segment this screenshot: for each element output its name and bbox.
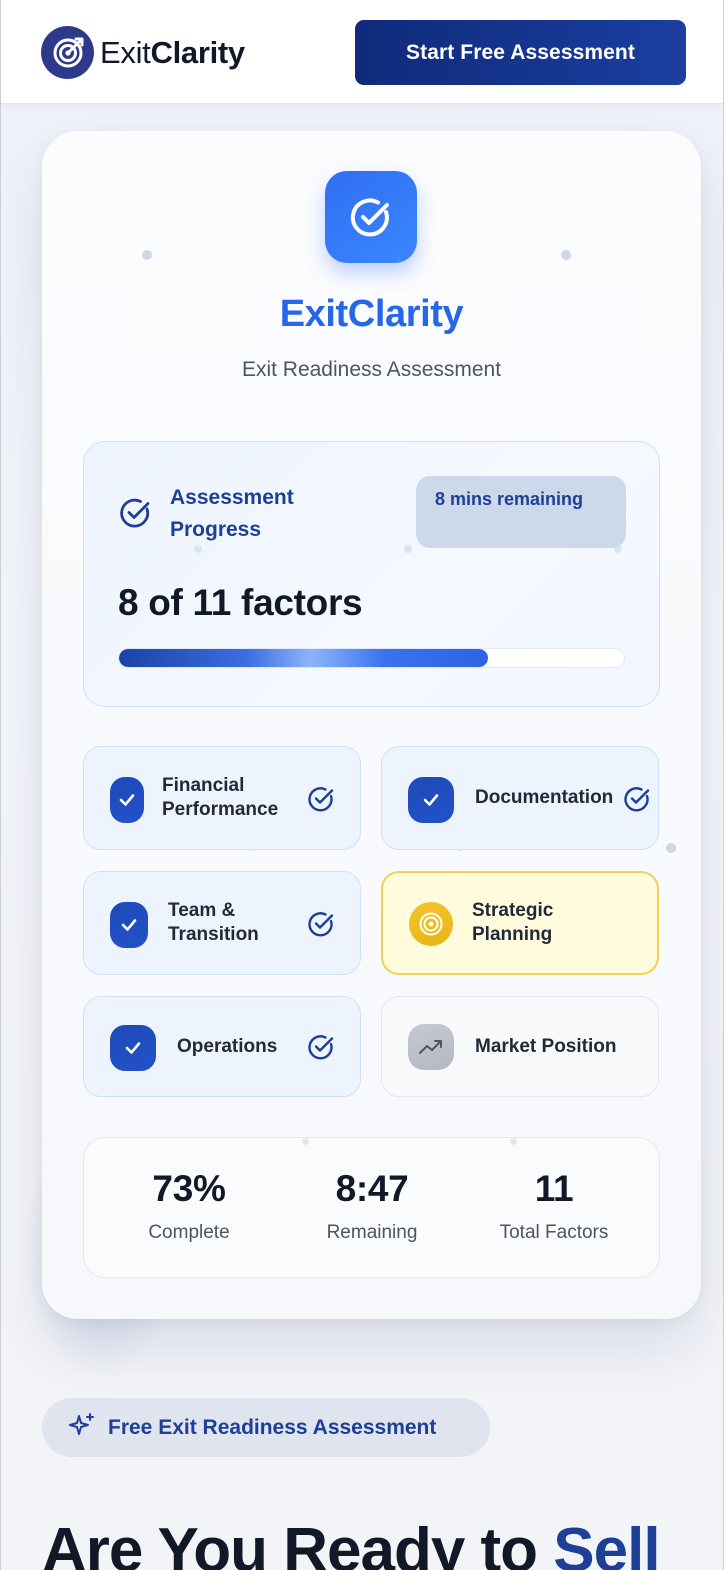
stat-value: 73% bbox=[152, 1168, 226, 1209]
assessment-card: ExitClarity Exit Readiness Assessment As… bbox=[42, 131, 701, 1319]
decor-dot bbox=[510, 1138, 517, 1145]
check-circle-icon bbox=[307, 1033, 335, 1066]
decor-dot bbox=[666, 843, 676, 853]
logo-text-bold: Clarity bbox=[150, 34, 245, 70]
check-circle-icon bbox=[325, 171, 417, 263]
complete-badge bbox=[110, 777, 144, 823]
stat-value: 11 bbox=[534, 1168, 574, 1209]
check-circle-icon bbox=[118, 496, 152, 535]
page: ExitClarity Start Free Assessment ExitCl… bbox=[0, 0, 724, 1570]
target-icon bbox=[409, 902, 453, 946]
stat-label: Remaining bbox=[326, 1222, 418, 1243]
logo[interactable]: ExitClarity bbox=[41, 26, 245, 79]
factor-tile-strategic-planning[interactable]: Strategic Planning bbox=[381, 871, 659, 975]
sparkles-icon bbox=[68, 1411, 96, 1444]
decor-dot bbox=[404, 545, 412, 553]
logo-text-light: Exit bbox=[100, 34, 151, 70]
free-assessment-pill: Free Exit Readiness Assessment bbox=[42, 1398, 490, 1457]
decor-dot bbox=[142, 250, 152, 260]
factor-tile-financial-performance[interactable]: Financial Performance bbox=[83, 746, 361, 850]
factor-tile-operations[interactable]: Operations bbox=[83, 996, 361, 1097]
stats-panel: 73% Complete 8:47 Remaining 11 Total Fac… bbox=[83, 1137, 660, 1278]
factor-label: Strategic Planning bbox=[472, 900, 554, 945]
factor-label: Team & Transition bbox=[168, 900, 259, 945]
progress-bar bbox=[118, 648, 625, 668]
hero-heading: Are You Ready to Sell bbox=[42, 1515, 661, 1570]
stat-total-factors: 11 Total Factors bbox=[459, 1168, 649, 1244]
check-circle-icon bbox=[307, 910, 335, 943]
complete-badge bbox=[110, 1025, 156, 1071]
hero-heading-accent: Sell bbox=[553, 1516, 660, 1570]
factor-label: Documentation bbox=[475, 787, 614, 808]
time-remaining-badge: 8 mins remaining bbox=[416, 476, 626, 548]
card-title: ExitClarity bbox=[279, 293, 464, 335]
factor-tile-market-position[interactable]: Market Position bbox=[381, 996, 659, 1097]
target-arrow-icon bbox=[41, 26, 94, 79]
complete-badge bbox=[110, 902, 148, 948]
stat-label: Complete bbox=[148, 1222, 230, 1243]
check-circle-icon bbox=[307, 785, 335, 818]
decor-dot bbox=[194, 545, 202, 553]
stat-complete: 73% Complete bbox=[94, 1168, 284, 1244]
stat-label: Total Factors bbox=[499, 1222, 609, 1243]
decor-dot bbox=[302, 1138, 309, 1145]
hero-heading-main: Are You Ready to bbox=[42, 1516, 554, 1570]
start-free-assessment-button[interactable]: Start Free Assessment bbox=[355, 20, 686, 85]
stat-value: 8:47 bbox=[335, 1168, 409, 1209]
trend-up-icon bbox=[408, 1024, 454, 1070]
site-header: ExitClarity Start Free Assessment bbox=[1, 0, 723, 104]
factors-count: 8 of 11 factors bbox=[118, 582, 363, 623]
progress-label: Assessment Progress bbox=[170, 486, 294, 541]
check-circle-icon bbox=[623, 785, 651, 818]
factor-label: Market Position bbox=[475, 1035, 617, 1057]
logo-text: ExitClarity bbox=[100, 35, 245, 71]
decor-dot bbox=[561, 250, 571, 260]
pill-label: Free Exit Readiness Assessment bbox=[108, 1415, 437, 1439]
progress-bar-fill bbox=[119, 649, 488, 667]
assessment-progress-panel: Assessment Progress 8 mins remaining 8 o… bbox=[83, 441, 660, 707]
factor-tile-team-transition[interactable]: Team & Transition bbox=[83, 871, 361, 975]
factor-label: Financial Performance bbox=[162, 775, 279, 820]
factor-tile-documentation[interactable]: Documentation bbox=[381, 746, 659, 850]
card-subtitle: Exit Readiness Assessment bbox=[241, 358, 502, 381]
stat-remaining: 8:47 Remaining bbox=[277, 1168, 467, 1244]
complete-badge bbox=[408, 777, 454, 823]
factor-label: Operations bbox=[177, 1035, 278, 1057]
